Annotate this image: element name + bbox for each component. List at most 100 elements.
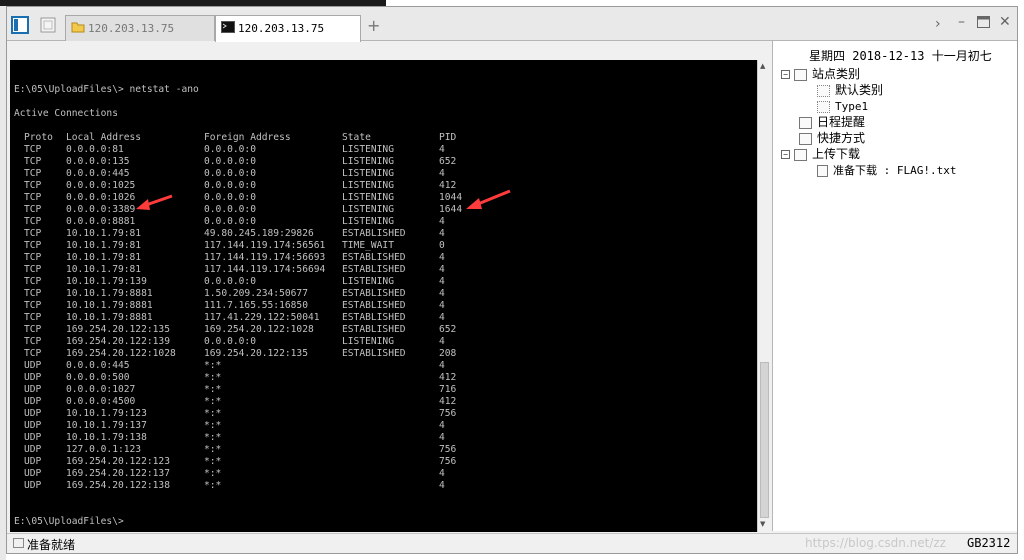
cell-local-address: 127.0.0.1:123 — [66, 444, 142, 455]
cell-foreign-address: 0.0.0.0:0 — [204, 168, 256, 179]
add-tab-icon[interactable]: + — [367, 16, 380, 35]
cell-foreign-address: *:* — [204, 468, 222, 479]
scroll-down-icon[interactable]: ▼ — [760, 520, 765, 528]
cell-proto: TCP — [24, 204, 42, 215]
header-proto: Proto — [24, 132, 53, 143]
cell-proto: TCP — [24, 144, 42, 155]
cell-pid: 652 — [439, 324, 457, 335]
cell-foreign-address: *:* — [204, 420, 222, 431]
encoding-indicator[interactable]: GB2312 — [967, 536, 1010, 550]
item-icon — [817, 100, 830, 113]
cell-pid: 756 — [439, 444, 457, 455]
cell-state: LISTENING — [342, 216, 394, 227]
cell-proto: TCP — [24, 180, 42, 191]
scroll-up-icon[interactable]: ▲ — [760, 62, 765, 70]
cell-local-address: 10.10.1.79:81 — [66, 252, 142, 263]
chevron-right-icon[interactable]: › — [935, 16, 941, 32]
header-local-address: Local Address — [66, 132, 142, 143]
cell-foreign-address: *:* — [204, 396, 222, 407]
cell-state: LISTENING — [342, 276, 394, 287]
cell-pid: 412 — [439, 372, 457, 383]
cell-foreign-address: 0.0.0.0:0 — [204, 156, 256, 167]
cell-foreign-address: 0.0.0.0:0 — [204, 276, 256, 287]
minimize-icon[interactable]: – — [958, 14, 965, 30]
cell-state: ESTABLISHED — [342, 288, 406, 299]
cell-local-address: 0.0.0.0:1027 — [66, 384, 136, 395]
cell-foreign-address: 0.0.0.0:0 — [204, 180, 256, 191]
cell-proto: UDP — [24, 456, 42, 467]
cell-pid: 652 — [439, 156, 457, 167]
cell-local-address: 10.10.1.79:137 — [66, 420, 147, 431]
tab-file-manager[interactable]: 120.203.13.75 — [65, 15, 215, 41]
cell-foreign-address: *:* — [204, 432, 222, 443]
cell-foreign-address: *:* — [204, 456, 222, 467]
cell-foreign-address: 169.254.20.122:135 — [204, 348, 308, 359]
close-icon[interactable]: ✕ — [999, 14, 1011, 30]
cell-pid: 412 — [439, 396, 457, 407]
cell-pid: 1044 — [439, 192, 463, 203]
tree-node-schedule[interactable]: 日程提醒 — [799, 114, 865, 130]
cell-local-address: 0.0.0.0:4500 — [66, 396, 136, 407]
cell-foreign-address: *:* — [204, 480, 222, 491]
cell-foreign-address: *:* — [204, 372, 222, 383]
cell-foreign-address: *:* — [204, 384, 222, 395]
annotation-arrow-1026 — [136, 194, 173, 210]
cell-pid: 4 — [439, 480, 445, 491]
status-bar: 准备就绪 https://blog.csdn.net/zz GB2312 — [7, 533, 1017, 553]
cell-local-address: 169.254.20.122:138 — [66, 480, 170, 491]
tree-node-transfer[interactable]: − 上传下载 — [781, 146, 860, 162]
cell-state: LISTENING — [342, 156, 394, 167]
tree-node-type1[interactable]: Type1 — [817, 98, 868, 114]
cell-state: LISTENING — [342, 204, 394, 215]
cell-state: LISTENING — [342, 144, 394, 155]
cell-local-address: 10.10.1.79:8881 — [66, 312, 153, 323]
cell-pid: 4 — [439, 252, 445, 263]
tree-node-pending-download[interactable]: 准备下载 : FLAG!.txt — [817, 162, 956, 178]
collapse-icon[interactable]: − — [781, 70, 790, 79]
cell-pid: 208 — [439, 348, 457, 359]
cell-pid: 0 — [439, 240, 445, 251]
cell-local-address: 10.10.1.79:139 — [66, 276, 147, 287]
cell-proto: TCP — [24, 264, 42, 275]
terminal-prompt[interactable]: E:\05\UploadFiles\> — [14, 516, 124, 528]
cell-proto: TCP — [24, 348, 42, 359]
header-state: State — [342, 132, 371, 143]
cell-local-address: 10.10.1.79:81 — [66, 264, 142, 275]
new-session-icon[interactable] — [39, 16, 57, 34]
cell-foreign-address: 117.144.119.174:56561 — [204, 240, 326, 251]
cell-pid: 1644 — [439, 204, 463, 215]
cell-state: LISTENING — [342, 168, 394, 179]
cell-foreign-address: 0.0.0.0:0 — [204, 336, 256, 347]
cell-local-address: 0.0.0.0:3389 — [66, 204, 136, 215]
tree-node-shortcuts[interactable]: 快捷方式 — [799, 130, 865, 146]
cell-state: ESTABLISHED — [342, 312, 406, 323]
cell-local-address: 10.10.1.79:138 — [66, 432, 147, 443]
category-icon — [794, 68, 807, 81]
cell-state: TIME_WAIT — [342, 240, 394, 251]
cell-local-address: 169.254.20.122:139 — [66, 336, 170, 347]
collapse-icon[interactable]: − — [781, 150, 790, 159]
cell-proto: TCP — [24, 228, 42, 239]
maximize-icon[interactable] — [977, 16, 990, 32]
schedule-icon — [799, 116, 812, 129]
cell-pid: 4 — [439, 360, 445, 371]
cell-pid: 4 — [439, 288, 445, 299]
cell-proto: TCP — [24, 324, 42, 335]
cell-state: ESTABLISHED — [342, 300, 406, 311]
tree-node-site-category[interactable]: − 站点类别 — [781, 66, 860, 82]
cell-proto: UDP — [24, 384, 42, 395]
cell-proto: TCP — [24, 276, 42, 287]
panel-toggle-icon[interactable] — [11, 16, 29, 34]
cell-foreign-address: 49.80.245.189:29826 — [204, 228, 314, 239]
tree-node-default-category[interactable]: 默认类别 — [817, 82, 883, 98]
cell-proto: UDP — [24, 360, 42, 371]
terminal-output[interactable]: E:\05\UploadFiles\> netstat -ano Active … — [10, 60, 757, 532]
scrollbar-thumb[interactable] — [760, 362, 769, 518]
cell-local-address: 169.254.20.122:137 — [66, 468, 170, 479]
cell-pid: 4 — [439, 312, 445, 323]
cell-local-address: 10.10.1.79:81 — [66, 240, 142, 251]
side-panel: 星期四 2018-12-13 十一月初七 − 站点类别 默认类别 Type1 日程… — [772, 41, 1017, 531]
tab-terminal[interactable]: 120.203.13.75 — [215, 15, 361, 42]
file-icon — [817, 164, 828, 177]
terminal-scrollbar[interactable]: ▲ ▼ — [757, 60, 770, 532]
